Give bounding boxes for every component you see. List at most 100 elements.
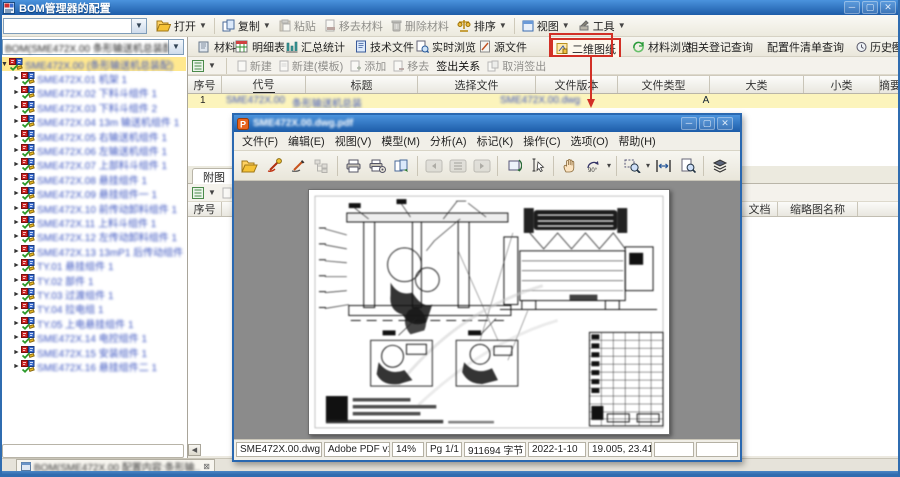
chevron-collapsed-icon[interactable]: ► bbox=[12, 89, 21, 96]
address-dropdown-icon[interactable]: ▼ bbox=[131, 19, 146, 33]
chevron-collapsed-icon[interactable]: ► bbox=[12, 176, 21, 183]
select-text-button[interactable] bbox=[527, 155, 548, 177]
bom-combobox[interactable]: BOM(SME472X.00 条形输送机总装配) ▼ bbox=[2, 39, 184, 55]
chevron-collapsed-icon[interactable]: ► bbox=[12, 133, 21, 140]
chevron-collapsed-icon[interactable]: ► bbox=[12, 205, 21, 212]
attach-new-button[interactable] bbox=[222, 187, 232, 199]
chevron-collapsed-icon[interactable]: ► bbox=[12, 248, 21, 255]
tree-item[interactable]: ►SME472X.13 13mP1 后传动组件 1 bbox=[0, 244, 186, 258]
attach-list-options-button[interactable]: ▼ bbox=[192, 187, 216, 199]
page-list-button[interactable] bbox=[447, 155, 468, 177]
viewer-canvas[interactable] bbox=[234, 181, 740, 439]
col-file[interactable]: 选择文件 bbox=[418, 76, 536, 93]
chevron-collapsed-icon[interactable]: ► bbox=[12, 334, 21, 341]
paste-button[interactable]: 粘贴 bbox=[275, 16, 320, 36]
chevron-collapsed-icon[interactable]: ► bbox=[12, 277, 21, 284]
col-subclass[interactable]: 小类 bbox=[804, 76, 880, 93]
list-options-button[interactable]: ▼ bbox=[192, 60, 216, 72]
remove-material-button[interactable]: 移去材料 bbox=[320, 16, 387, 36]
tree-item[interactable]: ►SME472X.04 13m 输送机组件 1 bbox=[0, 115, 186, 129]
col-summary[interactable]: 摘要 bbox=[880, 76, 900, 93]
checkout-relation-button[interactable]: 签出关系 bbox=[436, 58, 480, 74]
content-hscroll-left-icon[interactable]: ◀ bbox=[188, 444, 201, 456]
chevron-collapsed-icon[interactable]: ► bbox=[12, 147, 21, 154]
tech-doc-button[interactable]: 技术文件 bbox=[355, 38, 414, 55]
chevron-collapsed-icon[interactable]: ► bbox=[12, 291, 21, 298]
cancel-checkout-button[interactable]: 取消签出 bbox=[487, 58, 546, 74]
export-copy-button[interactable] bbox=[391, 155, 412, 177]
viewer-minimize-button[interactable]: ─ bbox=[681, 117, 697, 130]
new-template-button[interactable]: 新建(模板) bbox=[279, 58, 343, 74]
chevron-collapsed-icon[interactable]: ► bbox=[12, 233, 21, 240]
copy-button[interactable]: 复制▼ bbox=[218, 16, 275, 36]
chevron-collapsed-icon[interactable]: ► bbox=[12, 118, 21, 125]
material-button[interactable]: 材料 bbox=[198, 38, 236, 55]
menu-edit[interactable]: 编辑(E) bbox=[284, 132, 329, 150]
tree-item[interactable]: ►TY.05 上电悬挂组件 1 bbox=[0, 316, 186, 330]
caret-down-icon[interactable]: ▾ bbox=[607, 161, 611, 170]
tree-item[interactable]: ►SME472X.08 悬挂组件 1 bbox=[0, 172, 186, 186]
tab-close-icon[interactable]: ⊠ bbox=[203, 462, 210, 471]
address-combobox[interactable]: ▼ bbox=[3, 18, 147, 34]
tree-item[interactable]: ►TY.01 悬挂组件 1 bbox=[0, 258, 186, 272]
col-type[interactable]: 文件类型 bbox=[618, 76, 710, 93]
col-bigclass[interactable]: 大类 bbox=[710, 76, 804, 93]
open-button[interactable]: 打开▼ bbox=[152, 16, 211, 36]
structure-tree-button[interactable] bbox=[311, 155, 332, 177]
chevron-collapsed-icon[interactable]: ► bbox=[12, 75, 21, 82]
menu-markup[interactable]: 标记(K) bbox=[473, 132, 518, 150]
tree-item[interactable]: ►SME472X.01 机架 1 bbox=[0, 71, 186, 85]
viewer-title-bar[interactable]: P SME472X.00.dwg.pdf ─ ▢ ✕ bbox=[234, 115, 740, 132]
viewer-maximize-button[interactable]: ▢ bbox=[699, 117, 715, 130]
col2-thumb-name[interactable]: 缩略图名称 bbox=[778, 202, 858, 216]
col2-doc[interactable]: 文档 bbox=[742, 202, 778, 216]
rotate-view-button[interactable] bbox=[503, 155, 524, 177]
sort-button[interactable]: 排序▼ bbox=[453, 16, 511, 36]
tree-item[interactable]: ►SME472X.06 左输送机组件 1 bbox=[0, 143, 186, 157]
menu-analyze[interactable]: 分析(A) bbox=[426, 132, 471, 150]
minimize-button[interactable]: ─ bbox=[844, 1, 860, 14]
layers-button[interactable] bbox=[709, 155, 730, 177]
page-prev-button[interactable] bbox=[423, 155, 444, 177]
tree-item[interactable]: ►SME472X.12 左传动卸料组件 1 bbox=[0, 230, 186, 244]
chevron-collapsed-icon[interactable]: ► bbox=[12, 161, 21, 168]
source-file-button[interactable]: 源文件 bbox=[479, 38, 527, 55]
col-version[interactable]: 文件版本 bbox=[536, 76, 618, 93]
tree-item[interactable]: ►SME472X.07 上部料斗组件 1 bbox=[0, 158, 186, 172]
menu-model[interactable]: 模型(M) bbox=[377, 132, 424, 150]
bom-combobox-dropdown-icon[interactable]: ▼ bbox=[168, 40, 183, 54]
menu-file[interactable]: 文件(F) bbox=[238, 132, 282, 150]
caret-down-icon[interactable]: ▾ bbox=[646, 161, 650, 170]
chevron-collapsed-icon[interactable]: ► bbox=[12, 305, 21, 312]
tree-item[interactable]: ►SME472X.03 下料斗组件 2 bbox=[0, 100, 186, 114]
new-button[interactable]: 新建 bbox=[237, 58, 272, 74]
tree-item[interactable]: ►TY.04 拉电组 1 bbox=[0, 302, 186, 316]
menu-options[interactable]: 选项(O) bbox=[567, 132, 613, 150]
live-preview-button[interactable]: 实时浏览 bbox=[416, 38, 476, 55]
zoom-window-button[interactable] bbox=[622, 155, 643, 177]
sidebar-horizontal-scrollbar[interactable] bbox=[2, 444, 184, 458]
col-code[interactable]: 代号 bbox=[222, 76, 306, 93]
print-button[interactable] bbox=[343, 155, 364, 177]
chevron-collapsed-icon[interactable]: ► bbox=[12, 349, 21, 356]
sign-pen-button[interactable] bbox=[287, 155, 308, 177]
config-list-query-button[interactable]: 配置件清单查询 bbox=[767, 38, 844, 55]
menu-operate[interactable]: 操作(C) bbox=[519, 132, 564, 150]
tree-item[interactable]: ►SME472X.09 悬挂组件一 1 bbox=[0, 187, 186, 201]
rotate-90-button[interactable]: 90° bbox=[583, 155, 604, 177]
col2-rest[interactable] bbox=[858, 202, 900, 216]
chevron-expanded-icon[interactable]: ▼ bbox=[0, 61, 9, 68]
chevron-collapsed-icon[interactable]: ► bbox=[12, 320, 21, 327]
chevron-collapsed-icon[interactable]: ► bbox=[12, 363, 21, 370]
address-input[interactable] bbox=[4, 19, 131, 33]
chevron-collapsed-icon[interactable]: ► bbox=[12, 104, 21, 111]
col-seq[interactable]: 序号 bbox=[188, 76, 222, 93]
doc-table-row[interactable]: 1 SME472X.00 条形输送机总装 SME472X.00.dwg A bbox=[188, 94, 900, 109]
chevron-collapsed-icon[interactable]: ► bbox=[12, 262, 21, 269]
tree-item[interactable]: ►SME472X.10 前传动卸料组件 1 bbox=[0, 201, 186, 215]
detail-table-button[interactable]: 明细表 bbox=[235, 38, 285, 55]
chevron-collapsed-icon[interactable]: ► bbox=[12, 190, 21, 197]
menu-help[interactable]: 帮助(H) bbox=[614, 132, 659, 150]
col-title[interactable]: 标题 bbox=[306, 76, 418, 93]
pan-hand-button[interactable] bbox=[559, 155, 580, 177]
